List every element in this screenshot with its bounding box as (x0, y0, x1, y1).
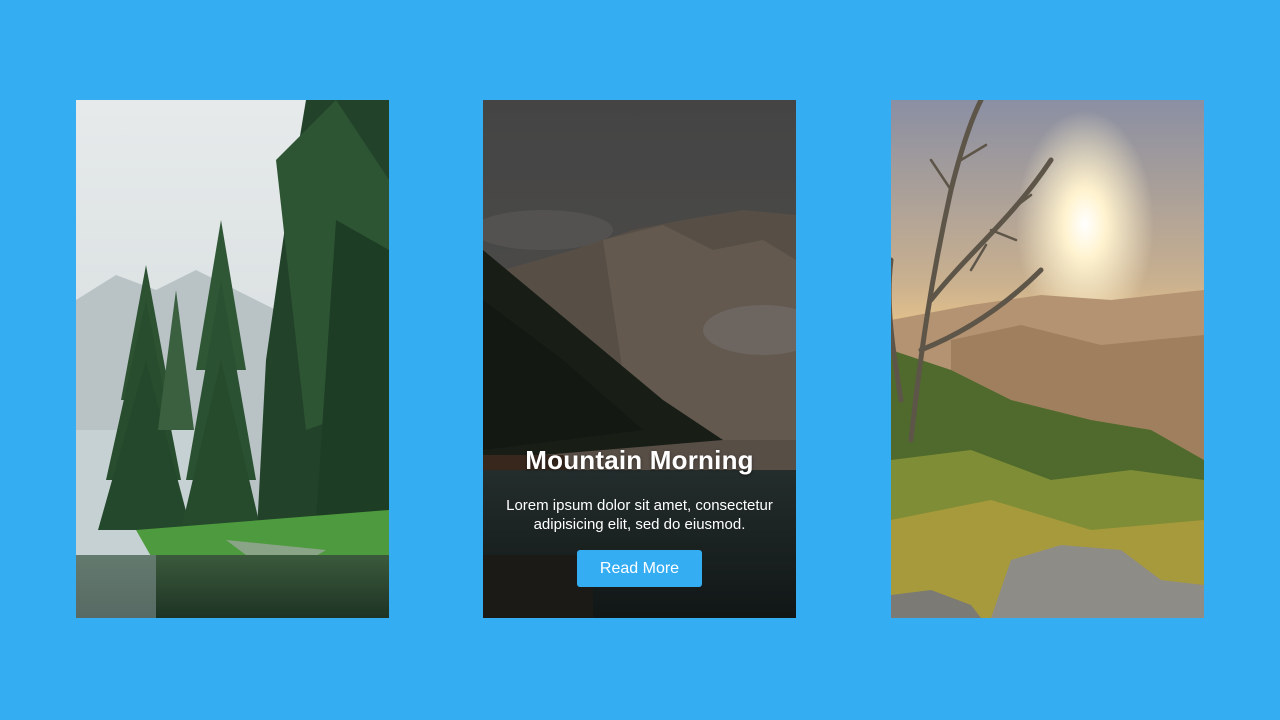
forest-card[interactable] (76, 100, 389, 618)
card-content: Mountain Morning Lorem ipsum dolor sit a… (483, 445, 796, 587)
forest-lake-image (76, 100, 389, 618)
mountain-morning-card[interactable]: Mountain Morning Lorem ipsum dolor sit a… (483, 100, 796, 618)
read-more-button[interactable]: Read More (577, 550, 702, 587)
sunset-valley-image (891, 100, 1204, 618)
card-title: Mountain Morning (525, 445, 754, 475)
sunset-card[interactable] (891, 100, 1204, 618)
card-description: Lorem ipsum dolor sit amet, consectetur … (506, 497, 773, 533)
